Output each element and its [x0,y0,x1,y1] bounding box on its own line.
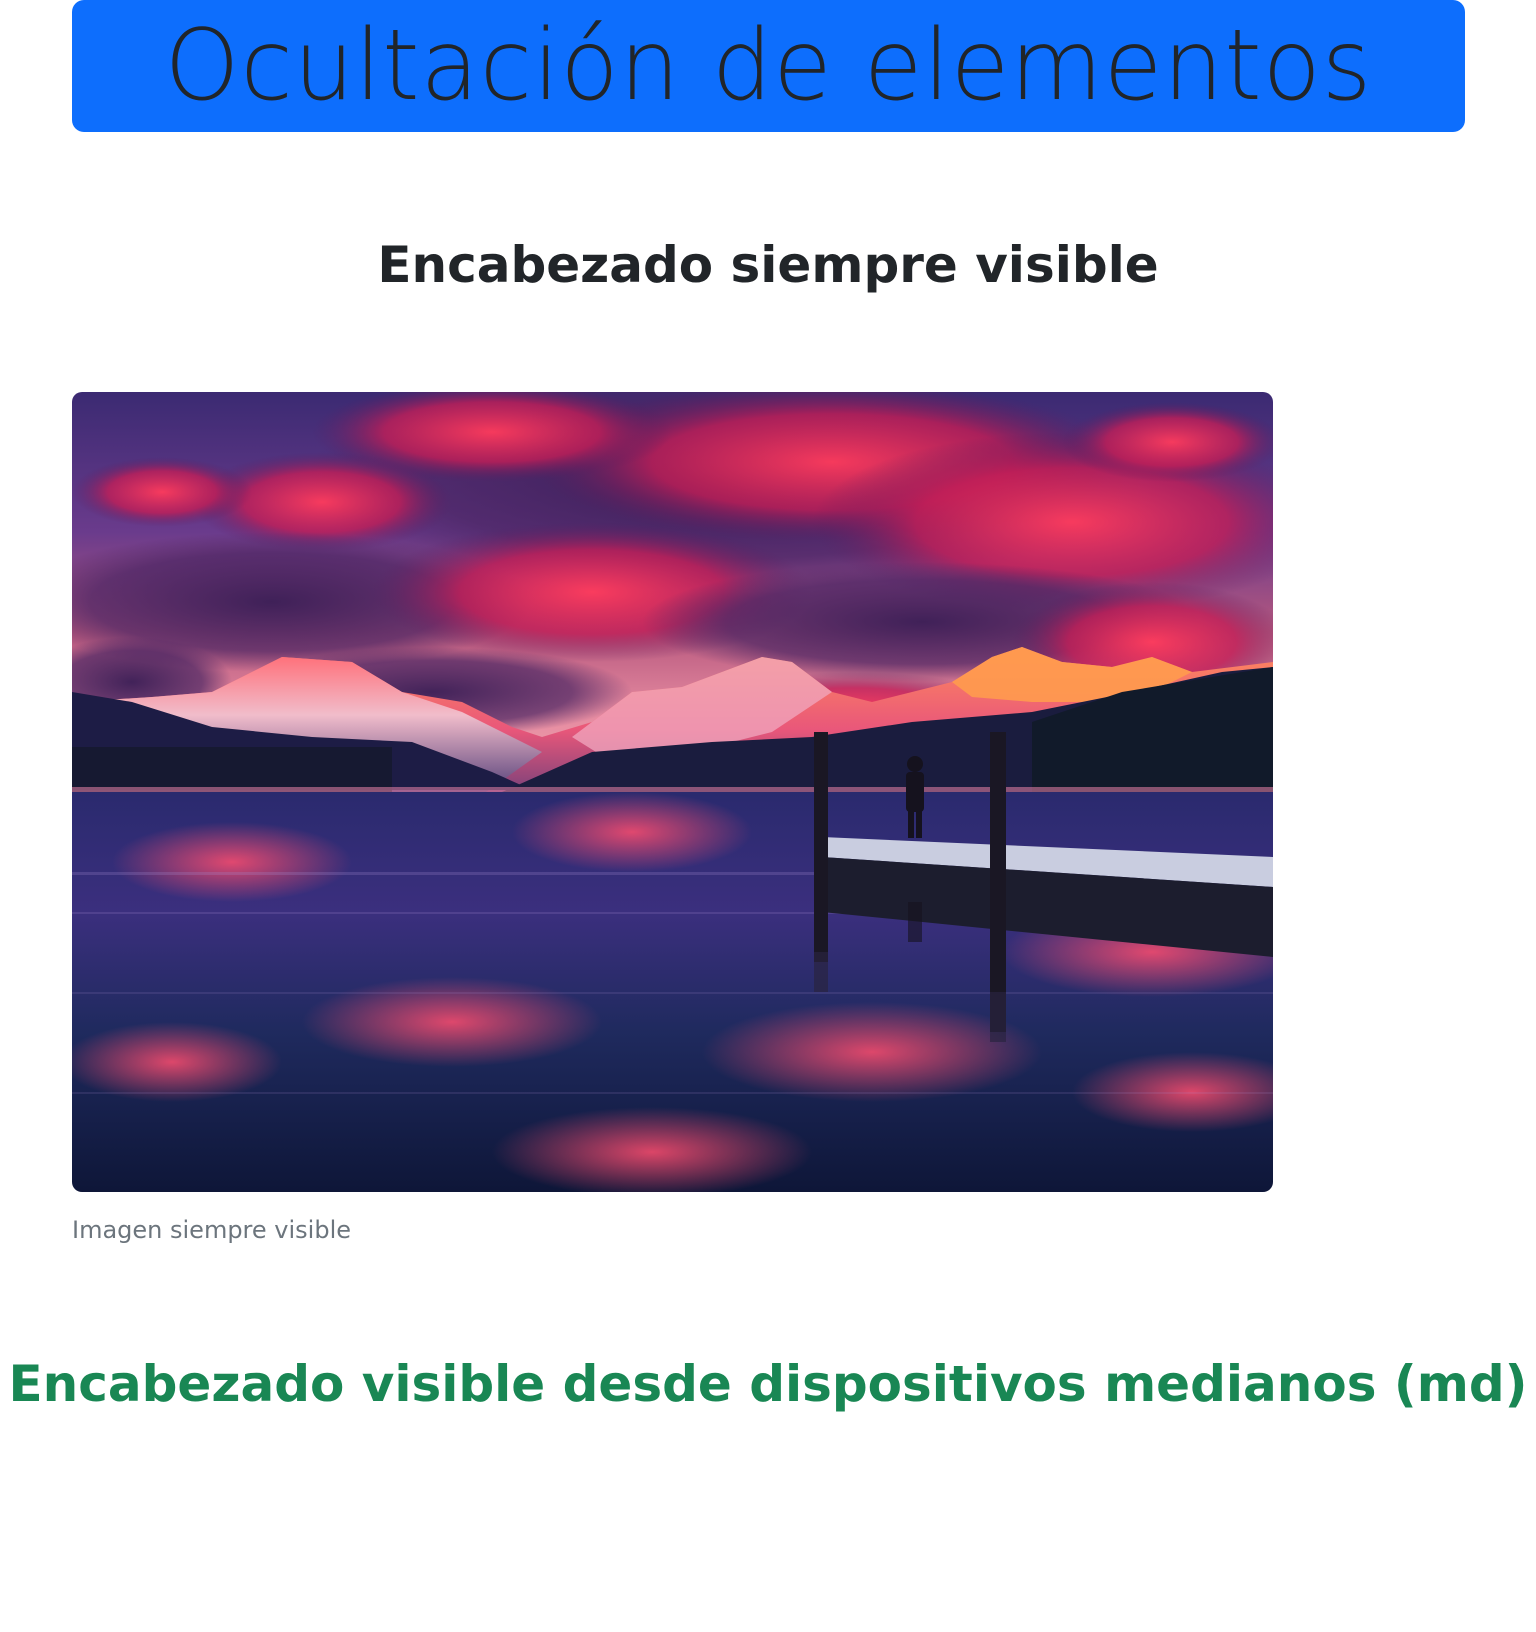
page-title: Ocultación de elementos [164,9,1373,123]
heading-always-visible: Encabezado siempre visible [377,236,1159,294]
page-banner: Ocultación de elementos [72,0,1465,132]
image-figure: Imagen siempre visible [72,392,1273,1246]
landscape-photo [72,392,1273,1192]
heading-visible-md: Encabezado visible desde dispositivos me… [8,1355,1528,1413]
image-caption: Imagen siempre visible [72,1216,351,1244]
